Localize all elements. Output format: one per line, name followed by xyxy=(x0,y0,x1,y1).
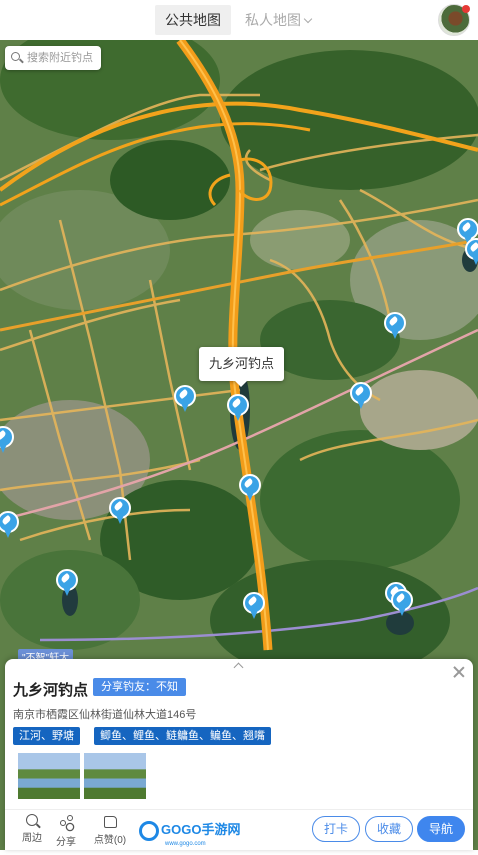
fish-type-tag: 鲫鱼、鲤鱼、鲢鳙鱼、鳊鱼、翘嘴 xyxy=(94,727,271,745)
checkin-button[interactable]: 打卡 xyxy=(312,816,360,842)
favorite-button[interactable]: 收藏 xyxy=(365,816,413,842)
fishing-spot-marker[interactable] xyxy=(0,426,14,454)
top-bar: 公共地图 私人地图 xyxy=(0,0,478,40)
spot-callout[interactable]: 九乡河钓点 xyxy=(199,347,285,387)
fishing-spot-marker[interactable] xyxy=(0,511,19,539)
water-type-tag: 江河、野塘 xyxy=(13,727,80,745)
navigate-button[interactable]: 导航 xyxy=(417,816,465,842)
search-icon xyxy=(26,814,38,826)
tab-public-map[interactable]: 公共地图 xyxy=(155,5,231,35)
like-label: 点赞(0) xyxy=(93,835,127,846)
spot-photo[interactable] xyxy=(18,753,80,799)
share-icon xyxy=(58,814,74,830)
fishing-spot-marker[interactable] xyxy=(384,312,406,340)
fishing-spot-marker[interactable] xyxy=(109,497,131,525)
nearby-button[interactable]: 周边 xyxy=(14,814,50,844)
spot-address: 南京市栖霞区仙林街道仙林大道146号 xyxy=(13,709,197,721)
fishing-spot-marker[interactable] xyxy=(350,382,372,410)
search-icon xyxy=(11,52,20,61)
share-button[interactable]: 分享 xyxy=(48,814,84,848)
fishing-spot-marker[interactable] xyxy=(391,589,413,617)
notification-dot xyxy=(462,5,470,13)
expand-handle[interactable] xyxy=(233,662,245,668)
fishing-spot-marker-selected[interactable] xyxy=(227,394,249,422)
tab-private-map[interactable]: 私人地图 xyxy=(235,5,321,35)
thumbs-up-icon xyxy=(103,816,117,828)
fishing-spot-marker[interactable] xyxy=(174,385,196,413)
fishing-spot-marker[interactable] xyxy=(465,238,478,266)
tab-private-label: 私人地图 xyxy=(245,12,301,28)
watermark-url: www.gogo.com xyxy=(165,841,206,847)
nearby-label: 周边 xyxy=(22,833,42,844)
share-label: 分享 xyxy=(56,837,76,848)
divider xyxy=(5,809,473,810)
chevron-down-icon xyxy=(303,14,313,24)
share-friend-badge: 分享钓友：不知 xyxy=(93,678,186,696)
like-button[interactable]: 点赞(0) xyxy=(89,814,131,846)
watermark-logo: GOGO手游网 www.gogo.com xyxy=(139,819,240,847)
fishing-spot-marker[interactable] xyxy=(56,569,78,597)
fishing-spot-marker[interactable] xyxy=(243,592,265,620)
gogo-logo-icon xyxy=(139,820,159,841)
close-icon[interactable] xyxy=(452,665,466,679)
spot-photo[interactable] xyxy=(84,753,146,799)
spot-detail-panel: 九乡河钓点 分享钓友：不知 南京市栖霞区仙林街道仙林大道146号 江河、野塘 鲫… xyxy=(5,659,473,850)
spot-title: 九乡河钓点 xyxy=(13,682,89,699)
fishing-spot-marker[interactable] xyxy=(239,474,261,502)
